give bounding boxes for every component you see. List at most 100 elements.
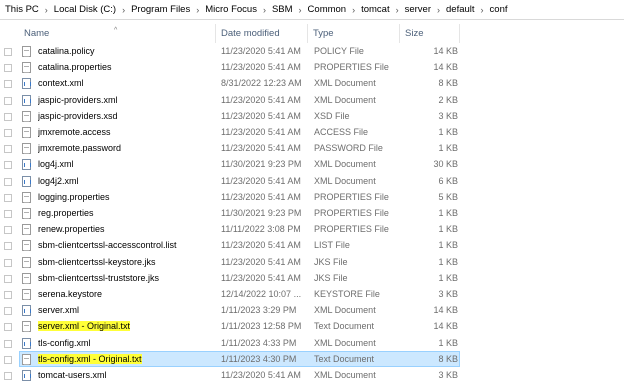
- file-name: tls-config.xml: [38, 337, 91, 348]
- file-row[interactable]: sbm-clientcertssl-truststore.jks 11/23/20…: [19, 270, 460, 286]
- breadcrumb-chevron-icon[interactable]: ›: [191, 5, 204, 15]
- breadcrumb-item[interactable]: This PC: [4, 4, 40, 15]
- xml-icon: [22, 305, 31, 317]
- file-row[interactable]: jaspic-providers.xsd 11/23/2020 5:41 AM XS…: [19, 108, 460, 124]
- file-type: Text Document: [314, 353, 375, 364]
- file-size: 1 KB: [438, 240, 458, 251]
- breadcrumb-item[interactable]: SBM: [271, 4, 294, 15]
- breadcrumb-item[interactable]: Micro Focus: [204, 4, 258, 15]
- file-type: XML Document: [314, 94, 376, 105]
- breadcrumb-chevron-icon[interactable]: ›: [476, 5, 489, 15]
- file-icon: [22, 46, 31, 57]
- navigation-pane-edge: [0, 43, 16, 388]
- file-size: 1 KB: [438, 224, 458, 235]
- file-row[interactable]: jmxremote.access 11/23/2020 5:41 AM ACCESS…: [19, 124, 460, 140]
- column-header-name[interactable]: Name ^: [19, 24, 216, 43]
- file-type: Text Document: [314, 321, 375, 332]
- file-name: serena.keystore: [38, 289, 103, 299]
- breadcrumb-item[interactable]: default: [445, 4, 476, 15]
- column-header-name-label: Name: [24, 28, 50, 39]
- breadcrumb-chevron-icon[interactable]: ›: [258, 5, 271, 15]
- file-row[interactable]: tomcat-users.xml 11/23/2020 5:41 AM XML Do…: [19, 367, 460, 383]
- file-date: 11/23/2020 5:41 AM: [221, 191, 301, 202]
- pane-marker-icon: [4, 193, 12, 202]
- xml-icon: [22, 370, 31, 381]
- file-size: 8 KB: [438, 78, 458, 89]
- file-date: 11/23/2020 5:41 AM: [221, 127, 301, 137]
- file-type: LIST File: [314, 240, 350, 251]
- file-type: XML Document: [314, 305, 376, 316]
- file-row[interactable]: log4j.xml 11/30/2021 9:23 PM XML Document 3…: [19, 156, 460, 172]
- pane-marker-icon: [4, 323, 12, 332]
- file-date: 11/23/2020 5:41 AM: [221, 256, 301, 267]
- file-row[interactable]: tls-config.xml - Original.txt 1/11/2023 4…: [19, 350, 460, 367]
- file-size: 8 KB: [438, 353, 458, 364]
- file-type: PROPERTIES File: [314, 208, 389, 218]
- file-row[interactable]: context.xml 8/31/2022 12:23 AM XML Documen…: [19, 75, 460, 91]
- file-row[interactable]: serena.keystore 12/14/2022 10:07 ... KEYST…: [19, 286, 460, 302]
- file-row[interactable]: server.xml - Original.txt 1/11/2023 12:58…: [19, 318, 460, 334]
- breadcrumb-chevron-icon[interactable]: ›: [432, 5, 445, 15]
- file-date: 11/23/2020 5:41 AM: [221, 46, 301, 56]
- file-size: 1 KB: [438, 127, 458, 137]
- file-row[interactable]: tls-config.xml 1/11/2023 4:33 PM XML Docum…: [19, 335, 460, 351]
- file-row[interactable]: sbm-clientcertssl-keystore.jks 11/23/2020…: [19, 254, 460, 270]
- file-name: catalina.properties: [38, 62, 112, 73]
- file-date: 12/14/2022 10:07 ...: [221, 289, 302, 299]
- breadcrumb-item[interactable]: Common: [307, 4, 348, 15]
- file-type: XML Document: [314, 159, 376, 170]
- breadcrumb-item[interactable]: server: [404, 4, 432, 15]
- highlighted-file-name: server.xml - Original.txt: [38, 321, 131, 332]
- file-size: 30 KB: [433, 159, 458, 170]
- file-type: PROPERTIES File: [314, 62, 389, 73]
- pane-marker-icon: [4, 372, 12, 380]
- file-size: 14 KB: [433, 46, 458, 56]
- breadcrumb-chevron-icon[interactable]: ›: [117, 5, 130, 15]
- column-header-type[interactable]: Type: [308, 24, 400, 43]
- file-date: 11/11/2022 3:08 PM: [221, 224, 301, 235]
- file-size: 6 KB: [438, 175, 458, 186]
- file-size: 1 KB: [438, 272, 458, 283]
- file-row[interactable]: logging.properties 11/23/2020 5:41 AM PROP…: [19, 189, 460, 205]
- breadcrumb-item[interactable]: Local Disk (C:): [53, 4, 117, 15]
- file-name: server.xml - Original.txt: [38, 319, 216, 335]
- file-name: catalina.policy: [38, 46, 95, 56]
- pane-marker-icon: [4, 226, 12, 235]
- file-icon: [22, 289, 31, 300]
- file-row[interactable]: catalina.properties 11/23/2020 5:41 AM PRO…: [19, 59, 460, 75]
- file-date: 1/11/2023 4:30 PM: [221, 353, 297, 364]
- xml-icon: [22, 94, 31, 106]
- file-name: reg.properties: [38, 208, 94, 218]
- file-row[interactable]: renew.properties 11/11/2022 3:08 PM PROPER…: [19, 221, 460, 237]
- file-row[interactable]: log4j2.xml 11/23/2020 5:41 AM XML Document…: [19, 173, 460, 189]
- file-row[interactable]: sbm-clientcertssl-accesscontrol.list 11/2…: [19, 237, 460, 253]
- file-date: 8/31/2022 12:23 AM: [221, 78, 302, 89]
- file-size: 2 KB: [438, 94, 458, 105]
- column-header-size[interactable]: Size: [400, 24, 460, 43]
- breadcrumb-item[interactable]: tomcat: [360, 4, 391, 15]
- breadcrumb-item[interactable]: Program Files: [130, 4, 191, 15]
- breadcrumb-chevron-icon[interactable]: ›: [391, 5, 404, 15]
- pane-marker-icon: [4, 80, 12, 89]
- file-date: 11/23/2020 5:41 AM: [221, 94, 301, 105]
- pane-marker-icon: [4, 355, 12, 364]
- file-type: ACCESS File: [314, 127, 369, 137]
- file-name: log4j2.xml: [38, 175, 79, 186]
- file-row[interactable]: server.xml 1/11/2023 3:29 PM XML Document 1…: [19, 302, 460, 318]
- breadcrumb-chevron-icon[interactable]: ›: [347, 5, 360, 15]
- file-size: 14 KB: [433, 321, 458, 332]
- column-header-date[interactable]: Date modified: [216, 24, 308, 43]
- file-row[interactable]: catalina.policy 11/23/2020 5:41 AM POLICY …: [19, 43, 460, 59]
- file-row[interactable]: jmxremote.password 11/23/2020 5:41 AM PASS…: [19, 140, 460, 156]
- breadcrumb-chevron-icon[interactable]: ›: [294, 5, 307, 15]
- breadcrumb-item[interactable]: conf: [489, 4, 509, 15]
- breadcrumb-chevron-icon[interactable]: ›: [40, 5, 53, 15]
- file-name: jmxremote.access: [38, 127, 111, 137]
- file-date: 11/23/2020 5:41 AM: [221, 272, 301, 283]
- file-name: jaspic-providers.xml: [38, 94, 118, 105]
- text-file-icon: [22, 321, 31, 333]
- address-breadcrumb[interactable]: This PC › Local Disk (C:) › Program Files › Mi…: [0, 0, 624, 20]
- file-row[interactable]: reg.properties 11/30/2021 9:23 PM PROPERTI…: [19, 205, 460, 221]
- pane-marker-icon: [4, 145, 12, 154]
- file-row[interactable]: jaspic-providers.xml 11/23/2020 5:41 AM XM…: [19, 92, 460, 108]
